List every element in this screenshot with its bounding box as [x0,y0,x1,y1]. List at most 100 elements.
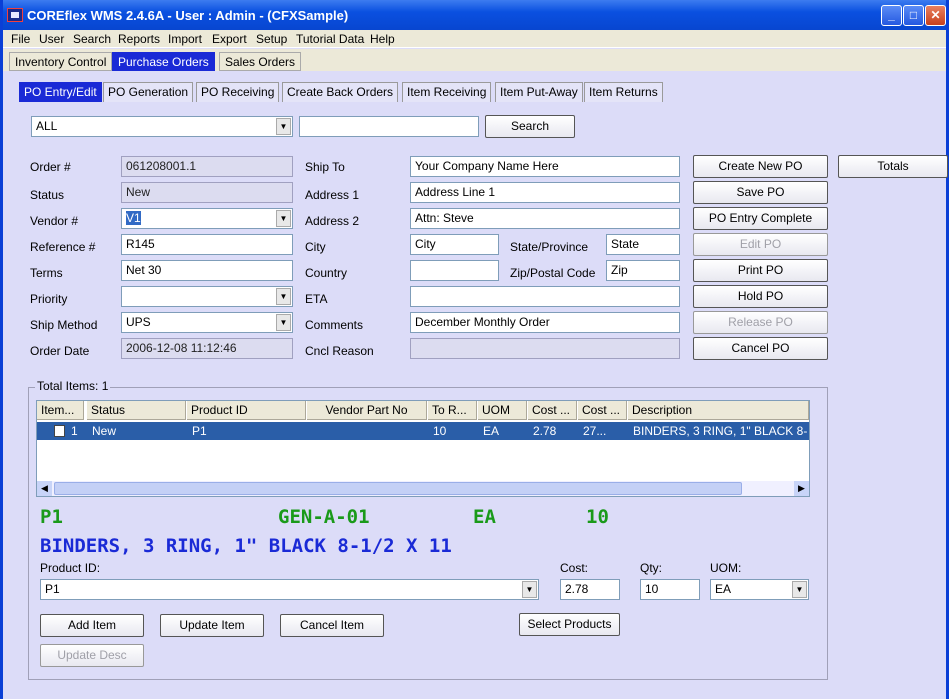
ship-method-value: UPS [126,315,151,329]
horizontal-scrollbar[interactable]: ◀ ▶ [37,481,809,496]
menu-help[interactable]: Help [370,32,395,46]
menu-import[interactable]: Import [168,32,202,46]
status-label: Status [30,188,65,202]
print-po-button[interactable]: Print PO [693,259,828,282]
update-desc-button[interactable]: Update Desc [40,644,144,667]
cancel-po-button[interactable]: Cancel PO [693,337,828,360]
tab-sales-orders[interactable]: Sales Orders [219,52,302,71]
ship-method-select[interactable]: UPS ▼ [121,312,293,333]
select-products-button[interactable]: Select Products [519,613,620,636]
menu-export[interactable]: Export [212,32,247,46]
reference-input[interactable]: R145 [121,234,293,255]
table-row[interactable]: 1 New P1 10 EA 2.78 27... BINDERS, 3 RIN… [37,422,809,440]
uom-value: EA [715,582,732,596]
ship-to-input[interactable]: Your Company Name Here [410,156,680,177]
eta-label: ETA [305,292,328,306]
tab-purchase-orders[interactable]: Purchase Orders [112,52,215,71]
search-filter-select[interactable]: ALL ▼ [31,116,293,137]
search-filter-value: ALL [36,119,58,133]
tab-create-back-orders[interactable]: Create Back Orders [282,82,399,102]
chevron-down-icon[interactable]: ▼ [276,210,291,227]
close-button[interactable]: ✕ [925,5,946,26]
cell-item: 1 [71,424,78,438]
title-bar[interactable]: COREflex WMS 2.4.6A - User : Admin - (CF… [3,0,946,30]
maximize-button[interactable]: □ [903,5,924,26]
add-item-button[interactable]: Add Item [40,614,144,637]
items-grid[interactable]: Item... Status Product ID Vendor Part No… [36,400,810,497]
cell-cost: 2.78 [533,424,557,438]
address2-input[interactable]: Attn: Steve [410,208,680,229]
menu-setup[interactable]: Setup [256,32,287,46]
menu-file[interactable]: File [11,32,30,46]
menu-tutorial-data[interactable]: Tutorial Data [296,32,364,46]
tab-item-receiving[interactable]: Item Receiving [402,82,492,102]
chevron-down-icon[interactable]: ▼ [522,581,537,598]
app-window: COREflex WMS 2.4.6A - User : Admin - (CF… [0,0,949,699]
comments-input[interactable]: December Monthly Order [410,312,680,333]
column-header-to-receive[interactable]: To R... [428,401,477,420]
po-entry-complete-button[interactable]: PO Entry Complete [693,207,828,230]
column-header-vendor-part-no[interactable]: Vendor Part No [307,401,427,420]
vendor-value: V1 [126,211,141,225]
hold-po-button[interactable]: Hold PO [693,285,828,308]
tab-po-entry-edit[interactable]: PO Entry/Edit [19,82,102,102]
product-id-value: P1 [45,582,60,596]
chevron-down-icon[interactable]: ▼ [276,288,291,305]
zip-label: Zip/Postal Code [510,266,596,280]
create-new-po-button[interactable]: Create New PO [693,155,828,178]
terms-input[interactable]: Net 30 [121,260,293,281]
eta-input[interactable] [410,286,680,307]
cost-input[interactable]: 2.78 [560,579,620,600]
menu-reports[interactable]: Reports [118,32,160,46]
status-field: New [121,182,293,203]
chevron-down-icon[interactable]: ▼ [276,314,291,331]
zip-input[interactable]: Zip [606,260,680,281]
column-header-cost[interactable]: Cost ... [528,401,577,420]
country-input[interactable] [410,260,499,281]
priority-select[interactable]: ▼ [121,286,293,307]
po-entry-panel: PO Entry/Edit PO Generation PO Receiving… [3,71,948,699]
menu-search[interactable]: Search [73,32,111,46]
minimize-button[interactable]: _ [881,5,902,26]
menu-user[interactable]: User [39,32,64,46]
qty-input[interactable]: 10 [640,579,700,600]
uom-select[interactable]: EA ▼ [710,579,809,600]
column-header-status[interactable]: Status [87,401,186,420]
order-no-field: 061208001.1 [121,156,293,177]
column-header-product-id[interactable]: Product ID [187,401,306,420]
save-po-button[interactable]: Save PO [693,181,828,204]
state-label: State/Province [510,240,589,254]
vendor-select[interactable]: V1 ▼ [121,208,293,229]
tab-po-receiving[interactable]: PO Receiving [196,82,280,102]
state-input[interactable]: State [606,234,680,255]
edit-po-button[interactable]: Edit PO [693,233,828,256]
totals-button[interactable]: Totals [838,155,948,178]
ship-to-label: Ship To [305,160,345,174]
vendor-label: Vendor # [30,214,79,228]
tab-item-put-away[interactable]: Item Put-Away [495,82,583,102]
address1-input[interactable]: Address Line 1 [410,182,680,203]
product-id-select[interactable]: P1 ▼ [40,579,539,600]
tab-item-returns[interactable]: Item Returns [584,82,663,102]
column-header-cost-total[interactable]: Cost ... [578,401,627,420]
cell-description: BINDERS, 3 RING, 1" BLACK 8-1/2 X 11 [633,424,807,438]
column-header-uom[interactable]: UOM [478,401,527,420]
tab-inventory-control[interactable]: Inventory Control [9,52,113,71]
scroll-left-icon[interactable]: ◀ [37,481,52,496]
chevron-down-icon[interactable]: ▼ [792,581,807,598]
update-item-button[interactable]: Update Item [160,614,264,637]
search-button[interactable]: Search [485,115,575,138]
cell-status: New [92,424,117,438]
city-input[interactable]: City [410,234,499,255]
scroll-right-icon[interactable]: ▶ [794,481,809,496]
column-header-description[interactable]: Description [628,401,809,420]
qty-label: Qty: [640,561,663,575]
cell-uom: EA [483,424,500,438]
search-input[interactable] [299,116,479,137]
release-po-button[interactable]: Release PO [693,311,828,334]
scrollbar-thumb[interactable] [54,482,742,495]
column-header-item[interactable]: Item... [37,401,84,420]
chevron-down-icon[interactable]: ▼ [276,118,291,135]
cancel-item-button[interactable]: Cancel Item [280,614,384,637]
tab-po-generation[interactable]: PO Generation [103,82,194,102]
